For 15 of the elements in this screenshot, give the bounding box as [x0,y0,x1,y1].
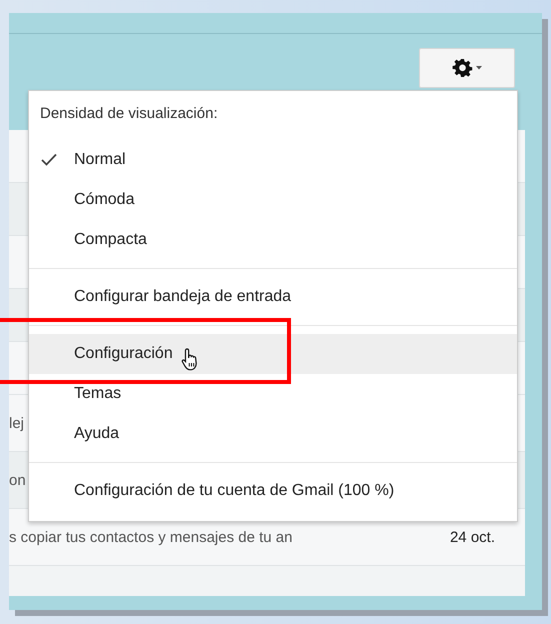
menu-item[interactable]: Normal [29,140,517,180]
menu-item[interactable]: Temas [29,374,517,414]
menu-item[interactable]: Ayuda [29,414,517,454]
menu-heading: Densidad de visualización: [39,105,219,122]
email-snippet: on [9,472,26,488]
email-snippet: lej [9,414,24,432]
menu-item[interactable]: Configurar bandeja de entrada [29,277,517,317]
email-date: 24 oct. [450,528,495,546]
settings-button[interactable] [419,48,515,88]
menu-item[interactable]: Compacta [29,220,517,260]
menu-item[interactable]: Cómoda [29,180,517,220]
email-snippet: s copiar tus contactos y mensajes de tu an [9,528,292,546]
menu-item[interactable]: Configuración de tu cuenta de Gmail (100 %) [29,471,517,511]
menu-item[interactable]: Configuración [29,334,517,374]
settings-icon [451,58,483,78]
